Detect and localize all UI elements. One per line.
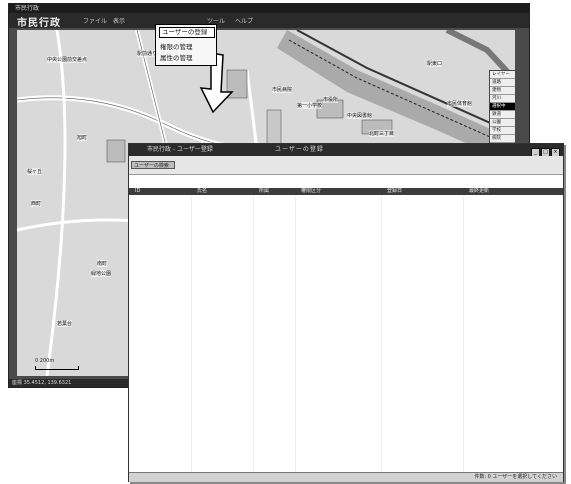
layer-item[interactable]: 公園	[490, 119, 515, 127]
map-label: 駅前通り	[137, 50, 158, 57]
map-label: 若葉台	[57, 320, 73, 327]
map-scale-bar	[35, 366, 79, 370]
column-header[interactable]: 権限区分	[301, 188, 321, 195]
map-label: 旭町	[77, 134, 88, 141]
menu-item-permission-manage[interactable]: 権限の管理	[160, 41, 193, 51]
map-label: 西町	[31, 200, 42, 207]
layer-item[interactable]: 鉄道	[490, 111, 515, 119]
column-header[interactable]: ID	[135, 188, 140, 195]
map-label: 市民病院	[272, 86, 293, 93]
user-window-titlebar[interactable]: 市民行政 - ユーザー登録 ユーザーの登録 _ □ ×	[129, 144, 563, 157]
map-label: 第一小学校	[297, 102, 323, 109]
map-label: 北町三丁目	[369, 130, 395, 137]
layer-item[interactable]: 建物	[490, 87, 515, 95]
main-titlebar-text: 市民行政	[15, 5, 40, 12]
layer-item[interactable]: レイヤー	[490, 71, 515, 79]
user-status-text: 件数: 0 ユーザーを選択してください	[474, 474, 557, 480]
column-header[interactable]: 所属	[259, 188, 269, 195]
user-window-app-name: 市民行政 - ユーザー登録	[147, 146, 213, 153]
main-menubar: 市民行政 ファイル 表示 ツール ヘルプ	[9, 13, 529, 29]
map-label: 中央図書館	[347, 112, 373, 119]
layer-item-selected[interactable]: 選択中	[490, 103, 515, 111]
main-titlebar: 市民行政	[9, 4, 529, 13]
user-statusbar: 件数: 0 ユーザーを選択してください	[129, 472, 563, 482]
user-table-body[interactable]	[129, 195, 563, 472]
app-title: 市民行政	[17, 18, 61, 29]
menu-help[interactable]: ヘルプ	[235, 16, 253, 25]
map-label: 中央公園前交差点	[47, 56, 88, 63]
user-toolbar	[129, 156, 563, 175]
user-table-header: ID 氏名 所属 権限区分 登録日 最終更新	[129, 188, 563, 195]
column-header[interactable]: 最終更新	[469, 188, 489, 195]
map-label: 南町	[97, 260, 108, 267]
layer-item[interactable]: 病院	[490, 135, 515, 143]
user-register-window: 市民行政 - ユーザー登録 ユーザーの登録 _ □ × ユーザーの検索 ID 氏名 …	[128, 143, 564, 482]
map-label: 桜ヶ丘	[27, 168, 43, 175]
map-scale-label: 0 200m	[35, 358, 55, 364]
main-statusbar: 座標 35.4512, 139.6321	[9, 379, 132, 387]
column-header[interactable]: 氏名	[197, 188, 207, 195]
map-label: 市役所	[323, 96, 339, 103]
layer-item[interactable]: 河川	[490, 95, 515, 103]
layer-item[interactable]: 学校	[490, 127, 515, 135]
map-label: 駅東口	[427, 60, 443, 67]
column-header[interactable]: 登録日	[387, 188, 402, 195]
menu-item-user-register[interactable]: ユーザーの登録	[159, 27, 215, 38]
menu-item-attribute-manage[interactable]: 属性の管理	[160, 52, 193, 62]
map-label: 市民体育館	[447, 100, 473, 107]
user-window-title: ユーザーの登録	[275, 146, 324, 153]
user-search-input[interactable]: ユーザーの検索	[131, 161, 175, 169]
menu-file[interactable]: ファイル	[83, 16, 107, 25]
map-label: 緑地公園	[91, 270, 112, 277]
dropdown-menu: ユーザーの登録 権限の管理 属性の管理	[155, 24, 217, 66]
layer-item[interactable]: 道路	[490, 79, 515, 87]
menu-view[interactable]: 表示	[113, 16, 125, 25]
